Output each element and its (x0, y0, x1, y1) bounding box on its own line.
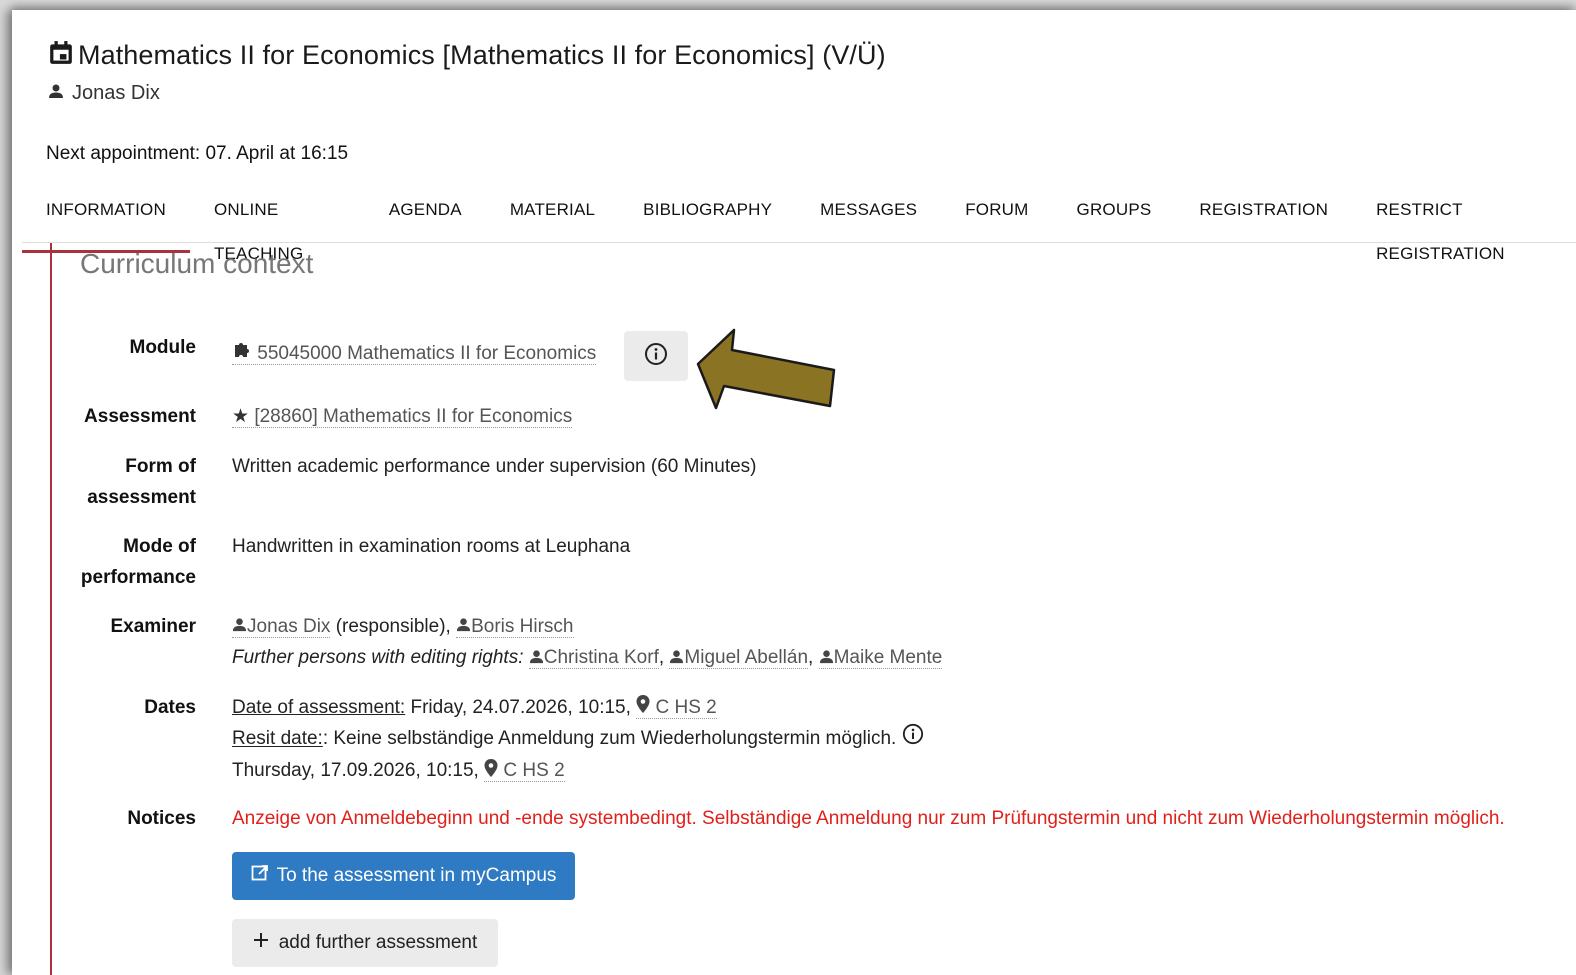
date-of-assessment-label: Date of assessment: (232, 697, 406, 718)
separator-comma: , (658, 647, 665, 669)
calendar-icon (48, 40, 74, 71)
mode-value: Handwritten in examination rooms at Leup… (232, 536, 631, 557)
module-label: Module (129, 337, 197, 358)
examiner-2-name: Boris Hirsch (471, 616, 574, 637)
assessment-link[interactable]: ★ [28860] Mathematics II for Economics (232, 406, 573, 428)
person-icon (529, 643, 544, 674)
further-person-christina-korf[interactable]: Christina Korf (528, 647, 659, 670)
location-icon (484, 756, 498, 787)
examiner-boris-hirsch[interactable]: Boris Hirsch (456, 616, 574, 638)
resit-date-note: : Keine selbständige Anmeldung zum Wiede… (322, 728, 897, 750)
examiner-value: Jonas Dix (responsible), Boris Hirsch Fu… (232, 611, 943, 674)
examiner-jonas-dix[interactable]: Jonas Dix (232, 616, 331, 638)
further-persons-label: Further persons with editing rights: (232, 647, 524, 669)
add-further-assessment-label: add further assessment (278, 932, 478, 953)
star-icon: ★ (232, 406, 250, 427)
further-person-miguel-abellan[interactable]: Miguel Abellán (669, 647, 809, 670)
form-label: Form of assessment (52, 451, 196, 513)
location-icon (636, 692, 650, 723)
dates-label: Dates (144, 697, 196, 718)
room-1-text: C HS 2 (655, 697, 717, 718)
course-page: Mathematics II for Economics [Mathematic… (12, 10, 1576, 975)
section-title: Curriculum context (80, 248, 314, 279)
tab-online-teaching[interactable]: ONLINE TEACHING (190, 188, 365, 263)
examiner-label: Examiner (110, 616, 196, 637)
tab-registration[interactable]: REGISTRATION (1175, 188, 1352, 242)
page-title: Mathematics II for Economics [Mathematic… (78, 40, 886, 70)
tab-agenda[interactable]: AGENDA (365, 188, 486, 242)
module-value: 55045000 Mathematics II for Economics (232, 338, 597, 369)
resit-date-line: Resit date:: Keine selbständige Anmeldun… (232, 723, 924, 755)
person-icon (232, 611, 247, 642)
puzzle-icon (232, 338, 252, 369)
further-persons-line: Further persons with editing rights: Chr… (232, 642, 943, 673)
further-3-name: Maike Mente (833, 647, 943, 669)
course-owner: Jonas Dix (48, 82, 160, 105)
tab-bar: INFORMATION ONLINE TEACHING AGENDA MATER… (22, 188, 1576, 263)
tab-messages[interactable]: MESSAGES (796, 188, 941, 242)
person-icon (456, 611, 471, 642)
tab-bibliography[interactable]: BIBLIOGRAPHY (619, 188, 796, 242)
person-icon (48, 82, 64, 105)
mode-label: Mode of performance (52, 531, 196, 593)
resit-date-label: Resit date: (232, 728, 323, 750)
assessment-link-text: [28860] Mathematics II for Economics (254, 406, 573, 427)
examiner-1-name: Jonas Dix (247, 616, 331, 637)
form-label-line-1: Form of (125, 456, 196, 477)
to-assessment-mycampus-label: To the assessment in myCampus (276, 865, 557, 886)
add-further-assessment-button[interactable]: add further assessment (232, 919, 498, 967)
annotation-arrow (696, 328, 838, 423)
form-label-line-2: assessment (87, 487, 196, 508)
separator-comma: , (808, 647, 814, 669)
notices-label: Notices (127, 808, 196, 829)
mode-label-line-1: Mode of (123, 536, 196, 557)
tab-groups[interactable]: GROUPS (1053, 188, 1176, 242)
tab-information[interactable]: INFORMATION (22, 188, 190, 253)
info-icon (644, 342, 668, 371)
to-assessment-mycampus-button[interactable]: To the assessment in myCampus (232, 852, 575, 900)
tab-material[interactable]: MATERIAL (486, 188, 619, 242)
further-person-maike-mente[interactable]: Maike Mente (818, 647, 943, 670)
plus-icon (253, 932, 269, 954)
tab-forum[interactable]: FORUM (941, 188, 1052, 242)
room-2-text: C HS 2 (503, 760, 565, 782)
examiner-line: Jonas Dix (responsible), Boris Hirsch (232, 611, 942, 642)
room-link-1[interactable]: C HS 2 (636, 695, 717, 719)
form-value: Written academic performance under super… (232, 456, 757, 477)
title-row: Mathematics II for Economics [Mathematic… (48, 40, 886, 71)
resit-date-value: Thursday, 17.09.2026, 10:15, (232, 760, 479, 782)
assessment-label: Assessment (84, 406, 196, 427)
dates-value: Date of assessment: Friday, 24.07.2026, … (232, 692, 924, 787)
module-link-text: 55045000 Mathematics II for Economics (257, 343, 597, 364)
person-icon (819, 643, 834, 674)
owner-name[interactable]: Jonas Dix (72, 82, 160, 105)
assessment-value: ★ [28860] Mathematics II for Economics (232, 401, 573, 432)
resit-date-value-line: Thursday, 17.09.2026, 10:15, C HS 2 (232, 755, 924, 786)
assessment-date-line: Date of assessment: Friday, 24.07.2026, … (232, 692, 924, 723)
room-link-2[interactable]: C HS 2 (484, 758, 565, 783)
further-1-name: Christina Korf (543, 647, 659, 669)
person-icon (669, 643, 684, 674)
further-2-name: Miguel Abellán (684, 647, 809, 669)
module-link[interactable]: 55045000 Mathematics II for Economics (232, 343, 597, 365)
tab-restrict-registration[interactable]: RESTRICT REGISTRATION (1352, 188, 1576, 263)
module-info-button[interactable] (624, 331, 688, 381)
next-appointment: Next appointment: 07. April at 16:15 (46, 143, 349, 164)
examiner-1-role: (responsible), (330, 616, 451, 637)
external-link-icon (251, 864, 269, 888)
date-of-assessment-value: Friday, 24.07.2026, 10:15, (410, 697, 631, 718)
notices-value: Anzeige von Anmeldebeginn und -ende syst… (232, 808, 1505, 829)
mode-label-line-2: performance (80, 567, 196, 588)
info-icon[interactable] (902, 723, 924, 755)
